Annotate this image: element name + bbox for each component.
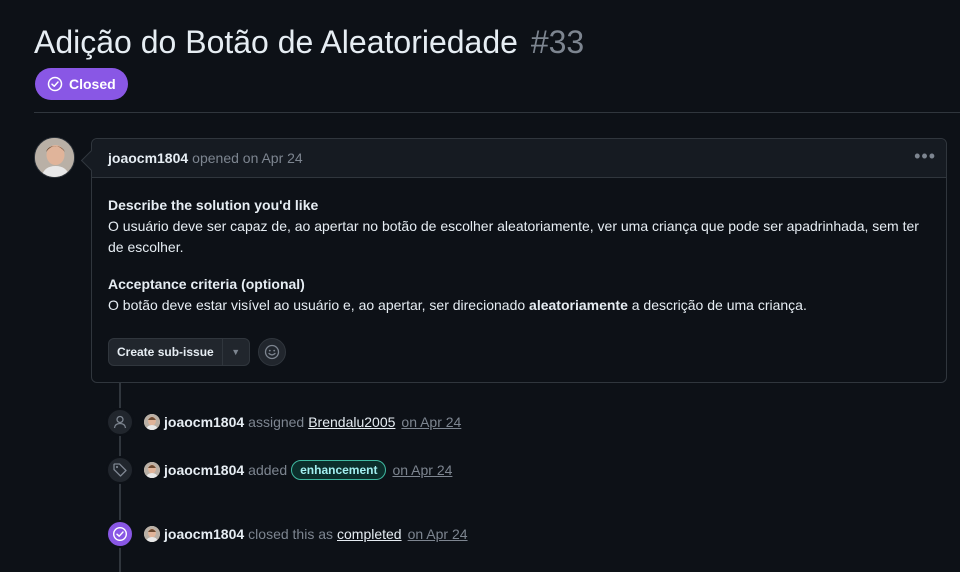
assignee-link[interactable]: Brendalu2005 [308,414,395,430]
acceptance-text: O botão deve estar visível ao usuário e,… [108,295,930,316]
avatar[interactable] [34,137,75,178]
comment-header: joaocm1804 opened on Apr 24 ••• [92,139,946,178]
comment-body: Describe the solution you'd like O usuár… [92,178,946,316]
create-subissue-split-button: Create sub-issue ▼ [108,338,250,366]
timeline-event-assigned: joaocm1804 assigned Brendalu2005 on Apr … [106,408,461,436]
event-verb: closed this as [248,526,333,542]
caret-down-icon[interactable]: ▼ [223,339,249,365]
event-actor[interactable]: joaocm1804 [164,414,244,430]
add-reaction-button[interactable] [257,338,286,366]
kebab-horizontal-icon[interactable]: ••• [914,147,936,165]
acceptance-text-part: O botão deve estar visível ao usuário e,… [108,297,530,313]
event-verb: added [248,462,288,478]
event-actor[interactable]: joaocm1804 [164,462,244,478]
smiley-icon [264,344,279,360]
create-subissue-button[interactable]: Create sub-issue [109,339,223,365]
issue-title-row: Adição do Botão de Aleatoriedade #33 [34,22,584,62]
label-enhancement[interactable]: enhancement [291,460,387,480]
event-date[interactable]: on Apr 24 [392,462,452,478]
check-circle-icon [106,520,134,548]
event-actor[interactable]: joaocm1804 [164,526,244,542]
issue-comment: joaocm1804 opened on Apr 24 ••• Describe… [91,138,947,383]
avatar[interactable] [144,526,160,542]
timeline-event-closed: joaocm1804 closed this as completed on A… [106,520,468,548]
solution-text: O usuário deve ser capaz de, ao apertar … [108,218,919,255]
comment-author[interactable]: joaocm1804 [108,150,188,166]
issue-title: Adição do Botão de Aleatoriedade [34,24,518,60]
avatar[interactable] [144,462,160,478]
acceptance-text-end: a descrição de uma criança. [627,297,807,313]
acceptance-bold: aleatoriamente [529,297,628,313]
state-label: Closed [69,76,116,92]
event-date[interactable]: on Apr 24 [401,414,461,430]
event-verb: assigned [248,414,305,430]
avatar[interactable] [144,414,160,430]
header-divider [34,112,960,113]
state-badge-closed: Closed [35,68,128,100]
event-date[interactable]: on Apr 24 [408,526,468,542]
issue-number: #33 [530,24,585,60]
check-circle-icon [47,76,63,92]
comment-meta: opened on Apr 24 [192,150,303,166]
tag-icon [106,456,134,484]
heading-solution: Describe the solution you'd like [108,197,319,213]
comment-actions: Create sub-issue ▼ [108,338,286,366]
heading-acceptance: Acceptance criteria (optional) [108,276,305,292]
completed-link[interactable]: completed [337,526,402,542]
person-icon [106,408,134,436]
timeline-event-labeled: joaocm1804 added enhancement on Apr 24 [106,456,452,484]
